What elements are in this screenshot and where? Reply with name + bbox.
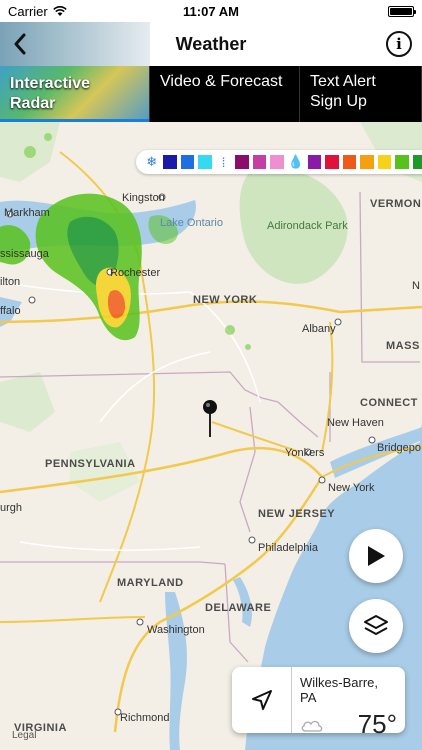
raindrop-icon: 💧 — [287, 154, 304, 169]
location-name: Wilkes-Barre, PA — [300, 675, 379, 705]
snowflake-icon: ❄ — [146, 154, 158, 169]
legend-swatch — [360, 155, 374, 169]
city-label: Rochester — [110, 267, 161, 279]
city-label: New York — [328, 482, 375, 494]
city-label: Yonkers — [285, 447, 325, 459]
location-info: Wilkes-Barre, PA 75° — [292, 667, 405, 739]
status-left: Carrier — [8, 4, 67, 19]
state-label: NEW YORK — [193, 294, 258, 306]
legend-swatch — [325, 155, 339, 169]
carrier-label: Carrier — [8, 3, 48, 19]
wifi-icon — [52, 5, 67, 16]
park-label: Adirondack Park — [267, 220, 348, 232]
play-button[interactable] — [349, 529, 403, 583]
info-icon: i — [396, 35, 402, 53]
back-button[interactable] — [6, 30, 34, 58]
legend-swatch — [307, 155, 322, 169]
tab-interactive-radar[interactable]: Interactive Radar — [0, 66, 150, 122]
tab-bar: Interactive Radar Video & Forecast Text … — [0, 66, 422, 122]
state-label: CONNECT — [360, 397, 418, 409]
legend-swatch — [198, 155, 212, 169]
state-label: VERMON — [370, 198, 422, 210]
tab-label: Interactive Radar — [10, 75, 91, 112]
tab-text-alert[interactable]: Text Alert Sign Up — [300, 66, 422, 122]
tab-label: Text Alert Sign Up — [310, 73, 376, 110]
temperature: 75° — [357, 709, 397, 739]
city-label: New Haven — [327, 417, 384, 429]
state-label: PENNSYLVANIA — [45, 458, 136, 470]
tab-label: Video & Forecast — [160, 73, 283, 90]
info-button[interactable]: i — [386, 31, 412, 57]
city-label: Albany — [302, 323, 336, 335]
city-label: Kingston — [122, 192, 165, 204]
city-label: ilton — [0, 276, 21, 288]
city-label: ssissauga — [0, 248, 49, 260]
battery-icon — [388, 5, 416, 17]
legend-swatch — [180, 155, 195, 169]
legend-swatch — [377, 155, 392, 169]
radar-map[interactable]: Markham Kingston Lake Ontario ssissauga … — [0, 122, 422, 750]
play-icon — [368, 546, 385, 566]
layers-icon — [364, 615, 388, 635]
status-bar: Carrier 11:07 AM — [0, 0, 422, 22]
state-label: MARYLAND — [117, 577, 184, 589]
city-label: N — [412, 280, 420, 292]
legend-swatch — [235, 155, 249, 169]
layers-button[interactable] — [349, 599, 403, 653]
state-label: NEW JERSEY — [258, 508, 336, 520]
city-label: Markham — [4, 207, 50, 219]
sleet-icon: ⁞ — [221, 154, 226, 170]
city-label: ffalo — [0, 305, 21, 317]
city-label: Lake Ontario — [160, 217, 223, 229]
cloud-icon — [301, 720, 323, 732]
city-label: Richmond — [120, 712, 170, 724]
legal-link[interactable]: Legal — [12, 730, 36, 741]
nav-back-area — [0, 22, 150, 66]
locate-me-button[interactable] — [232, 667, 292, 733]
location-card[interactable]: Wilkes-Barre, PA 75° — [232, 667, 405, 739]
city-label: Bridgepo — [377, 442, 422, 454]
state-label: DELAWARE — [205, 602, 272, 614]
legend-swatch — [342, 155, 357, 169]
tab-video-forecast[interactable]: Video & Forecast — [150, 66, 300, 122]
nav-bar: Weather i — [0, 22, 422, 66]
legend-swatch — [252, 155, 267, 169]
city-label: Philadelphia — [258, 542, 318, 554]
legend-swatch — [395, 155, 409, 169]
city-label: urgh — [0, 502, 23, 514]
legend-swatch — [412, 155, 422, 169]
state-label: MASS — [386, 340, 420, 352]
legend-swatch — [270, 155, 284, 169]
city-label: Washington — [147, 624, 205, 636]
location-arrow-icon — [251, 690, 272, 710]
radar-legend: ❄ ⁞ 💧 — [136, 150, 422, 174]
chevron-left-icon — [14, 33, 26, 55]
legend-swatch — [163, 155, 177, 169]
location-weather-row: 75° — [300, 709, 397, 740]
